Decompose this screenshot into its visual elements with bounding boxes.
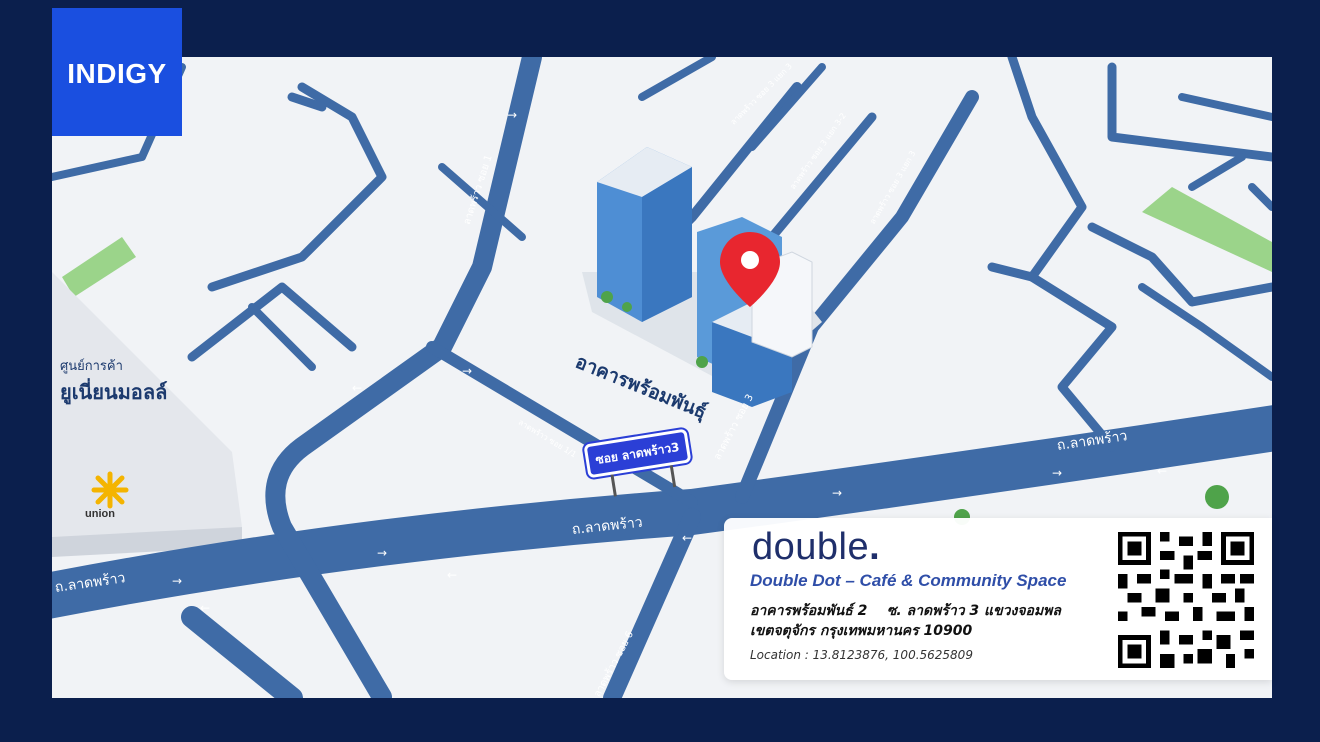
- mall-block: [52, 272, 242, 557]
- svg-text:→: →: [507, 108, 517, 122]
- svg-text:→: →: [462, 364, 472, 378]
- location-coordinates: Location : 13.8123876, 100.5625809: [750, 648, 973, 662]
- svg-text:←: ←: [352, 381, 362, 395]
- frame: → → ← ← → → ← ← → ← → ถ.ลาดพร้าว ถ.ลาดพร…: [0, 0, 1320, 742]
- svg-text:→: →: [1052, 466, 1062, 480]
- mall-name: ยูเนี่ยนมอลล์: [60, 380, 168, 404]
- mall-subtitle: ศูนย์การค้า: [60, 359, 123, 374]
- double-logo: double.: [752, 526, 880, 569]
- svg-text:←: ←: [682, 531, 692, 545]
- svg-text:→: →: [172, 574, 182, 588]
- qr-code-icon[interactable]: [1118, 532, 1254, 668]
- svg-text:→: →: [377, 546, 387, 560]
- address-line-1: อาคารพร้อมพันธ์ 2 ซ. ลาดพร้าว 3 แขวงจอมพ…: [750, 603, 1061, 619]
- cafe-name: Double Dot – Café & Community Space: [750, 571, 1067, 590]
- double-logo-text: double: [752, 526, 870, 568]
- union-logo-text: union: [85, 508, 115, 520]
- park-left: [62, 237, 136, 297]
- soi6-road: [603, 508, 701, 698]
- svg-text:←: ←: [200, 601, 210, 615]
- double-logo-dot: .: [869, 526, 881, 568]
- union-logo-icon: [91, 471, 129, 509]
- svg-text:←: ←: [447, 568, 457, 582]
- svg-text:←: ←: [1157, 464, 1167, 478]
- mall-label: ศูนย์การค้า ยูเนี่ยนมอลล์: [60, 355, 167, 408]
- brand-logo: INDIGY: [52, 8, 182, 136]
- svg-text:→: →: [832, 486, 842, 500]
- park-right: [1142, 187, 1272, 272]
- info-card: double. Double Dot – Café & Community Sp…: [724, 518, 1272, 680]
- address-line-2: เขตจตุจักร กรุงเทพมหานคร 10900: [750, 623, 973, 639]
